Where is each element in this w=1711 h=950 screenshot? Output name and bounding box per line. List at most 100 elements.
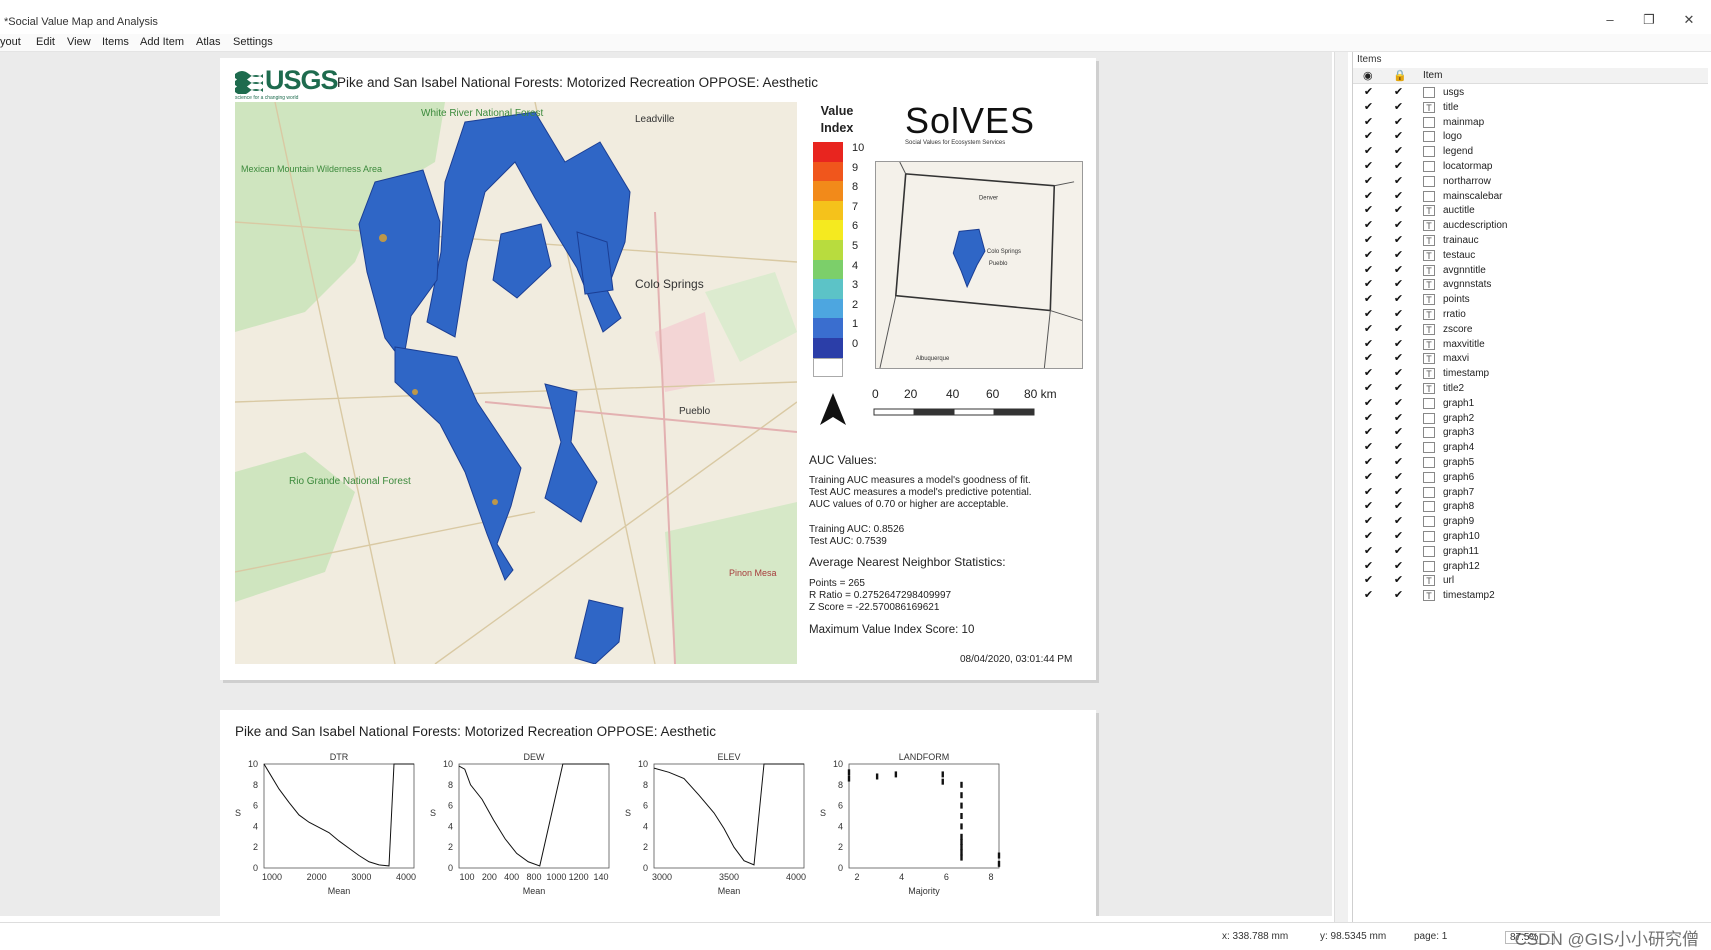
auc-title[interactable]: AUC Values: xyxy=(809,453,877,467)
visibility-checkbox[interactable]: ✔ xyxy=(1363,531,1374,542)
visibility-checkbox[interactable]: ✔ xyxy=(1363,294,1374,305)
visibility-checkbox[interactable]: ✔ xyxy=(1363,323,1374,335)
lock-checkbox[interactable]: ✔ xyxy=(1393,442,1404,453)
lock-checkbox[interactable]: ✔ xyxy=(1393,531,1404,542)
lock-checkbox[interactable]: ✔ xyxy=(1393,338,1404,350)
item-row-timestamp[interactable]: ✔ ✔ Ttimestamp xyxy=(1353,366,1708,382)
lock-checkbox[interactable]: ✔ xyxy=(1393,383,1404,394)
avg-nn-title[interactable]: Average Nearest Neighbor Statistics: xyxy=(809,556,1006,568)
lock-checkbox[interactable]: ✔ xyxy=(1393,486,1404,498)
visibility-checkbox[interactable]: ✔ xyxy=(1363,412,1374,424)
lock-checkbox[interactable]: ✔ xyxy=(1393,353,1404,364)
lock-checkbox[interactable]: ✔ xyxy=(1393,235,1404,246)
item-row-graph1[interactable]: ✔ ✔ graph1 xyxy=(1353,396,1708,412)
auc-description[interactable]: Training AUC measures a model's goodness… xyxy=(809,475,1032,511)
graph-4[interactable]: LANDFORM Majority S 0 2 4 6 8 10 2 4 6 8 xyxy=(817,750,1027,914)
item-row-locatormap[interactable]: ✔ ✔ locatormap xyxy=(1353,159,1708,175)
close-button[interactable]: ✕ xyxy=(1678,12,1700,30)
lock-checkbox[interactable]: ✔ xyxy=(1393,427,1404,438)
item-row-maxvititle[interactable]: ✔ ✔ Tmaxvititle xyxy=(1353,337,1708,353)
menu-view[interactable]: View xyxy=(67,36,91,48)
visibility-checkbox[interactable]: ✔ xyxy=(1363,457,1374,468)
visibility-checkbox[interactable]: ✔ xyxy=(1363,486,1374,498)
north-arrow-icon[interactable] xyxy=(818,391,848,429)
visibility-checkbox[interactable]: ✔ xyxy=(1363,146,1374,157)
item-row-graph7[interactable]: ✔ ✔ graph7 xyxy=(1353,485,1708,501)
item-row-legend[interactable]: ✔ ✔ legend xyxy=(1353,144,1708,160)
lock-checkbox[interactable]: ✔ xyxy=(1393,131,1404,142)
item-row-graph11[interactable]: ✔ ✔ graph11 xyxy=(1353,544,1708,560)
item-row-graph5[interactable]: ✔ ✔ graph5 xyxy=(1353,455,1708,471)
visibility-eye-icon[interactable]: ◉ xyxy=(1363,69,1373,82)
item-row-points[interactable]: ✔ ✔ Tpoints xyxy=(1353,292,1708,308)
layout-canvas[interactable]: USGS science for a changing world Pike a… xyxy=(0,52,1332,916)
item-row-title2[interactable]: ✔ ✔ Ttitle2 xyxy=(1353,381,1708,397)
visibility-checkbox[interactable]: ✔ xyxy=(1363,442,1374,453)
locator-map[interactable]: Denver Colo Springs Pueblo Albuquerque xyxy=(875,161,1083,369)
lock-checkbox[interactable]: ✔ xyxy=(1393,116,1404,128)
maximize-button[interactable]: ❐ xyxy=(1638,12,1660,30)
lock-checkbox[interactable]: ✔ xyxy=(1393,146,1404,157)
usgs-logo[interactable]: USGS science for a changing world xyxy=(235,65,339,103)
visibility-checkbox[interactable]: ✔ xyxy=(1363,383,1374,394)
minimize-button[interactable]: – xyxy=(1599,12,1621,30)
lock-checkbox[interactable]: ✔ xyxy=(1393,545,1404,557)
lock-checkbox[interactable]: ✔ xyxy=(1393,323,1404,335)
item-row-graph8[interactable]: ✔ ✔ graph8 xyxy=(1353,499,1708,515)
item-row-trainauc[interactable]: ✔ ✔ Ttrainauc xyxy=(1353,233,1708,249)
lock-checkbox[interactable]: ✔ xyxy=(1393,575,1404,586)
visibility-checkbox[interactable]: ✔ xyxy=(1363,427,1374,438)
lock-checkbox[interactable]: ✔ xyxy=(1393,190,1404,202)
lock-checkbox[interactable]: ✔ xyxy=(1393,249,1404,261)
timestamp[interactable]: 08/04/2020, 03:01:44 PM xyxy=(960,654,1072,665)
item-row-mainmap[interactable]: ✔ ✔ mainmap xyxy=(1353,115,1708,131)
max-value-index[interactable]: Maximum Value Index Score: 10 xyxy=(809,624,974,636)
visibility-checkbox[interactable]: ✔ xyxy=(1363,590,1374,601)
item-row-aucdescription[interactable]: ✔ ✔ Taucdescription xyxy=(1353,218,1708,234)
lock-checkbox[interactable]: ✔ xyxy=(1393,457,1404,468)
item-row-avgnnstats[interactable]: ✔ ✔ Tavgnnstats xyxy=(1353,277,1708,293)
item-row-title[interactable]: ✔ ✔ Ttitle xyxy=(1353,100,1708,116)
main-scalebar[interactable]: 0 20 40 60 80 km xyxy=(872,387,1072,421)
lock-checkbox[interactable]: ✔ xyxy=(1393,560,1404,572)
item-row-rratio[interactable]: ✔ ✔ Trratio xyxy=(1353,307,1708,323)
visibility-checkbox[interactable]: ✔ xyxy=(1363,545,1374,557)
menu-layout[interactable]: yout xyxy=(0,36,21,48)
lock-checkbox[interactable]: ✔ xyxy=(1393,501,1404,512)
avg-nn-stats[interactable]: Points = 265 R Ratio = 0.2752647298409997… xyxy=(809,578,951,614)
page2-title[interactable]: Pike and San Isabel National Forests: Mo… xyxy=(235,724,716,739)
visibility-checkbox[interactable]: ✔ xyxy=(1363,338,1374,350)
test-auc[interactable]: Test AUC: 0.7539 xyxy=(809,536,887,548)
item-row-timestamp2[interactable]: ✔ ✔ Ttimestamp2 xyxy=(1353,588,1708,604)
graph-3[interactable]: ELEV Mean S 0 2 4 6 8 10 3000 3500 4000 xyxy=(622,750,832,914)
item-row-graph2[interactable]: ✔ ✔ graph2 xyxy=(1353,411,1708,427)
menu-items[interactable]: Items xyxy=(102,36,129,48)
lock-checkbox[interactable]: ✔ xyxy=(1393,220,1404,231)
item-row-avgnntitle[interactable]: ✔ ✔ Tavgnntitle xyxy=(1353,263,1708,279)
item-row-logo[interactable]: ✔ ✔ logo xyxy=(1353,129,1708,145)
lock-checkbox[interactable]: ✔ xyxy=(1393,264,1404,276)
visibility-checkbox[interactable]: ✔ xyxy=(1363,161,1374,172)
lock-icon[interactable]: 🔒 xyxy=(1393,69,1407,82)
train-auc[interactable]: Training AUC: 0.8526 xyxy=(809,524,904,536)
visibility-checkbox[interactable]: ✔ xyxy=(1363,205,1374,216)
item-row-url[interactable]: ✔ ✔ Turl xyxy=(1353,573,1708,589)
visibility-checkbox[interactable]: ✔ xyxy=(1363,190,1374,202)
lock-checkbox[interactable]: ✔ xyxy=(1393,279,1404,290)
visibility-checkbox[interactable]: ✔ xyxy=(1363,235,1374,246)
graph-2[interactable]: DEW Mean S 0 2 4 6 8 10 100 200 400 800 1000 1200 140 xyxy=(427,750,637,914)
item-row-graph10[interactable]: ✔ ✔ graph10 xyxy=(1353,529,1708,545)
main-map[interactable]: White River National Forest Leadville Co… xyxy=(235,102,797,664)
visibility-checkbox[interactable]: ✔ xyxy=(1363,116,1374,128)
legend-title[interactable]: Value Index xyxy=(812,103,862,137)
visibility-checkbox[interactable]: ✔ xyxy=(1363,397,1374,409)
visibility-checkbox[interactable]: ✔ xyxy=(1363,249,1374,261)
layout-page-1[interactable]: USGS science for a changing world Pike a… xyxy=(220,58,1096,680)
item-row-graph3[interactable]: ✔ ✔ graph3 xyxy=(1353,425,1708,441)
item-row-zscore[interactable]: ✔ ✔ Tzscore xyxy=(1353,322,1708,338)
lock-checkbox[interactable]: ✔ xyxy=(1393,205,1404,216)
lock-checkbox[interactable]: ✔ xyxy=(1393,87,1404,98)
visibility-checkbox[interactable]: ✔ xyxy=(1363,471,1374,483)
item-row-testauc[interactable]: ✔ ✔ Ttestauc xyxy=(1353,248,1708,264)
visibility-checkbox[interactable]: ✔ xyxy=(1363,575,1374,586)
